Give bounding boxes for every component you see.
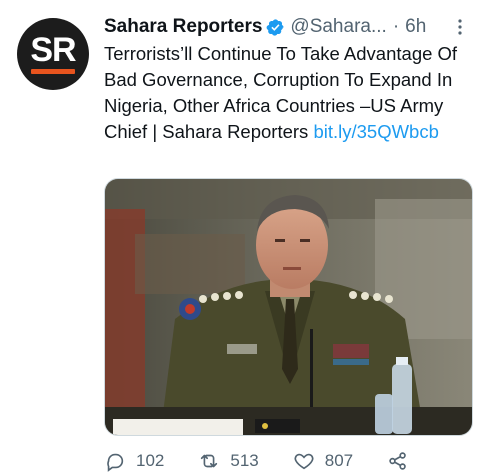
avatar-bar xyxy=(31,69,75,74)
avatar-text: SR xyxy=(30,31,76,69)
tweet-text: Terrorists’ll Continue To Take Advantage… xyxy=(104,41,480,145)
media-photo xyxy=(105,179,472,435)
account-handle[interactable]: @Sahara... xyxy=(290,16,386,38)
reply-button[interactable]: 102 xyxy=(104,450,164,472)
reply-icon xyxy=(107,453,124,472)
more-options-icon[interactable] xyxy=(450,17,470,37)
reply-count: 102 xyxy=(136,451,165,470)
retweet-count: 513 xyxy=(230,451,259,470)
retweet-icon xyxy=(201,454,218,468)
like-count: 807 xyxy=(324,451,354,470)
tweet-media[interactable] xyxy=(104,178,473,436)
account-name[interactable]: Sahara Reporters xyxy=(104,16,262,38)
tweet-actions: 102 513 807 xyxy=(104,448,480,474)
like-button[interactable]: 807 xyxy=(293,450,353,472)
avatar[interactable]: SR xyxy=(17,18,89,90)
timestamp[interactable]: 6h xyxy=(405,16,426,38)
share-button[interactable] xyxy=(387,450,419,472)
tweet[interactable]: SR Sahara Reporters @Sahara... · 6h Terr… xyxy=(0,0,490,476)
retweet-button[interactable]: 513 xyxy=(198,450,259,472)
share-icon xyxy=(389,452,406,470)
tweet-link[interactable]: bit.ly/35QWbcb xyxy=(313,121,438,142)
heart-icon xyxy=(294,453,314,470)
tweet-header: Sahara Reporters @Sahara... · 6h xyxy=(104,14,480,40)
verified-badge-icon xyxy=(266,18,285,37)
separator-dot: · xyxy=(392,16,400,37)
